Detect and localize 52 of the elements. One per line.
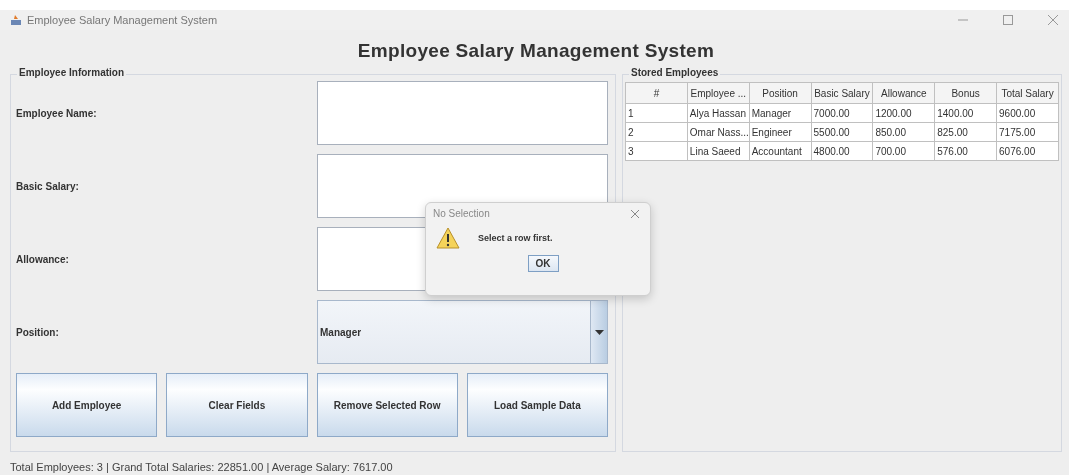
field-label: Position:	[16, 326, 60, 338]
table-cell: 3	[625, 141, 688, 161]
dialog-message: Select a row first.	[478, 233, 553, 243]
table-cell: 6076.00	[996, 141, 1059, 161]
action-button[interactable]: Clear Fields	[166, 373, 308, 437]
table-cell: Omar Nass...	[687, 122, 750, 142]
action-button[interactable]: Remove Selected Row	[316, 373, 458, 437]
column-header[interactable]: Position	[749, 82, 812, 104]
caret-icon	[594, 329, 604, 335]
column-header[interactable]: Allowance	[872, 82, 935, 104]
close-icon[interactable]	[1047, 14, 1059, 26]
table-cell: 825.00	[934, 122, 997, 142]
action-button[interactable]: Load Sample Data	[466, 373, 608, 437]
column-header[interactable]: Total Salary	[996, 82, 1059, 104]
table-cell: Lina Saeed	[687, 141, 750, 161]
table-cell: 576.00	[934, 141, 997, 161]
column-header[interactable]: Basic Salary	[811, 82, 873, 104]
table-cell: 1400.00	[934, 103, 997, 123]
table-cell: 1200.00	[872, 103, 935, 123]
table-cell: 1	[625, 103, 688, 123]
status-text: Total Employees: 3 | Grand Total Salaries: 22851.00 | Average Salary: 7617.00	[10, 460, 394, 473]
table-cell: 7000.00	[811, 103, 873, 123]
column-header[interactable]: Bonus	[934, 82, 997, 104]
input-field[interactable]	[317, 81, 608, 145]
column-header[interactable]: Employee ...	[687, 82, 750, 104]
panel-legend: Stored Employees	[629, 67, 721, 78]
table-cell: 700.00	[872, 141, 935, 161]
table-cell: 850.00	[872, 122, 935, 142]
field-label: Allowance:	[16, 253, 70, 265]
field-label: Employee Name:	[16, 107, 98, 119]
table-cell: 9600.00	[996, 103, 1059, 123]
table-cell: Accountant	[749, 141, 812, 161]
table-cell: 4800.00	[811, 141, 873, 161]
dialog-title: No Selection	[433, 208, 490, 219]
ok-button[interactable]: OK	[527, 255, 559, 272]
column-header[interactable]: #	[625, 82, 688, 104]
table-cell: Manager	[749, 103, 812, 123]
maximize-icon[interactable]	[1002, 14, 1014, 26]
app-icon	[10, 14, 22, 26]
action-button[interactable]: Add Employee	[16, 373, 158, 437]
close-icon[interactable]	[630, 208, 640, 219]
table-cell: Alya Hassan	[687, 103, 750, 123]
position-dropdown[interactable]: Manager	[317, 300, 608, 364]
field-label: Basic Salary:	[16, 180, 80, 192]
table-cell: 5500.00	[811, 122, 873, 142]
app-heading: Employee Salary Management System	[357, 40, 715, 62]
window-title: Employee Salary Management System	[27, 14, 218, 26]
table-cell: Engineer	[749, 122, 812, 142]
table-cell: 2	[625, 122, 688, 142]
table-cell: 7175.00	[996, 122, 1059, 142]
warning-icon	[436, 227, 460, 249]
panel-legend: Employee Information	[17, 67, 126, 78]
